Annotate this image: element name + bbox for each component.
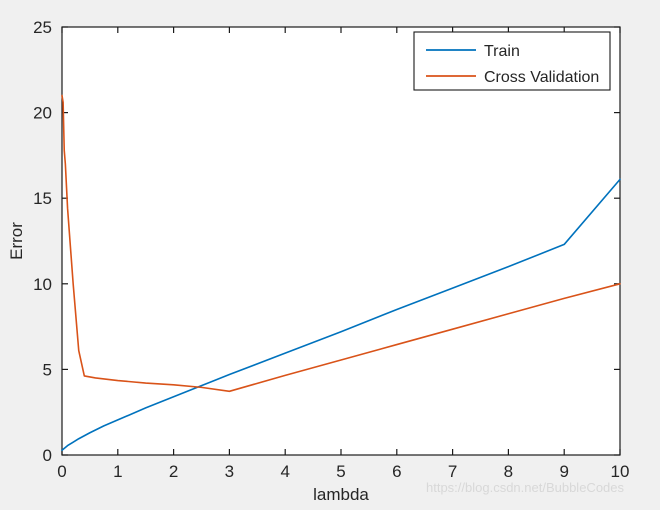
- chart-legend[interactable]: Train Cross Validation: [413, 31, 611, 91]
- x-tick-label: 8: [504, 462, 513, 481]
- x-tick-label: 3: [225, 462, 234, 481]
- x-tick-label: 9: [559, 462, 568, 481]
- y-axis-title: Error: [7, 222, 26, 260]
- matlab-figure-window: 0 5 10 15 20 25 0 1 2 3 4 5 6 7 8 9 10 lambda Error Tra…: [0, 0, 660, 510]
- y-tick-label: 5: [43, 360, 52, 379]
- legend-label-cross-validation: Cross Validation: [484, 69, 599, 86]
- x-axis-title: lambda: [313, 485, 369, 504]
- y-tick-label: 25: [33, 18, 52, 37]
- x-tick-label: 7: [448, 462, 457, 481]
- y-tick-label: 10: [33, 275, 52, 294]
- x-tick-label: 6: [392, 462, 401, 481]
- x-tick-label: 10: [611, 462, 630, 481]
- x-tick-label: 1: [113, 462, 122, 481]
- x-tick-label: 5: [336, 462, 345, 481]
- y-tick-label: 0: [43, 446, 52, 465]
- y-tick-label: 15: [33, 189, 52, 208]
- x-tick-label: 2: [169, 462, 178, 481]
- learning-curve-chart: 0 5 10 15 20 25 0 1 2 3 4 5 6 7 8 9 10 lambda Error Tra…: [0, 0, 660, 510]
- watermark-text: https://blog.csdn.net/BubbleCodes: [426, 480, 625, 495]
- y-tick-label: 20: [33, 104, 52, 123]
- legend-label-train: Train: [484, 43, 520, 60]
- x-tick-label: 4: [280, 462, 289, 481]
- plot-area-background: [62, 27, 620, 455]
- x-tick-label: 0: [57, 462, 66, 481]
